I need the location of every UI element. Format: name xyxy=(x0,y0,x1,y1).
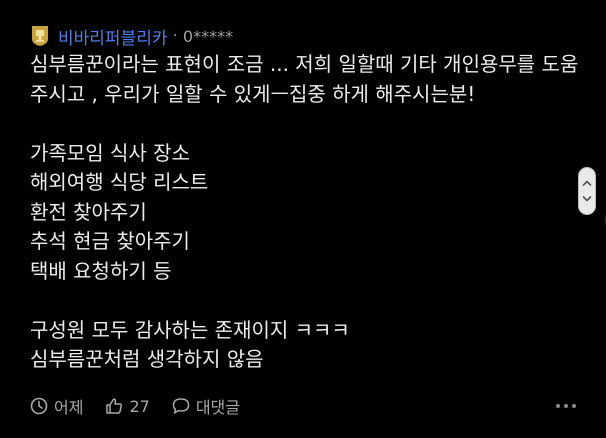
timestamp: 어제 xyxy=(30,394,83,418)
more-dot xyxy=(564,404,568,408)
thumbs-up-icon xyxy=(106,398,123,414)
comment-line xyxy=(30,286,570,316)
comment-footer: 어제 27 대댓글 xyxy=(30,392,262,420)
comment-line: 가족모임 식사 장소 xyxy=(30,140,190,165)
comment-body: 심부름꾼이라는 표현이 조금 ... 저희 일할때 기타 개인용무를 도움 주시… xyxy=(30,50,579,375)
comment-line: 환전 찾아주기 xyxy=(30,199,147,224)
timestamp-text: 어제 xyxy=(54,398,84,417)
comment-line: 추석 현금 찾아주기 xyxy=(30,229,190,253)
comment-line: 구성원 모두 감사하는 존재이지 ㅋㅋㅋ xyxy=(30,317,350,342)
comment-line: 주시고 , 우리가 일할 수 있게ㅡ집중 하게 해주시는분! xyxy=(30,81,476,106)
speech-bubble-icon xyxy=(172,398,190,414)
comment-line: 택배 요청하기 등 xyxy=(30,258,172,283)
more-dot xyxy=(556,404,560,408)
comment-line xyxy=(30,109,570,139)
company-badge-icon xyxy=(30,25,50,47)
more-dots-icon[interactable] xyxy=(556,400,576,412)
comment-line: 심부름꾼처럼 생각하지 않음 xyxy=(30,347,264,371)
scroll-edge-icon xyxy=(605,214,606,226)
clock-icon xyxy=(30,397,48,415)
scroll-handle-icon[interactable] xyxy=(578,167,596,215)
comment-header: 비바리퍼블리카 · 0***** xyxy=(30,20,233,52)
comment-line: 해외여행 식당 리스트 xyxy=(30,170,209,194)
author-name[interactable]: 비바리퍼블리카 xyxy=(58,24,167,49)
comment-line: 심부름꾼이라는 표현이 조금 ... 저희 일할때 기타 개인용무를 도움 xyxy=(30,52,579,76)
like-button[interactable]: 27 xyxy=(105,396,150,416)
reply-button[interactable]: 대댓글 xyxy=(172,394,240,418)
like-count: 27 xyxy=(129,396,150,416)
author-masked-id: 0***** xyxy=(182,26,234,46)
header-separator: · xyxy=(172,26,178,46)
reply-label: 대댓글 xyxy=(195,398,240,417)
more-dot xyxy=(572,404,576,408)
comment-card: 비바리퍼블리카 · 0***** 심부름꾼이라는 표현이 조금 ... 저희 일… xyxy=(0,0,606,438)
